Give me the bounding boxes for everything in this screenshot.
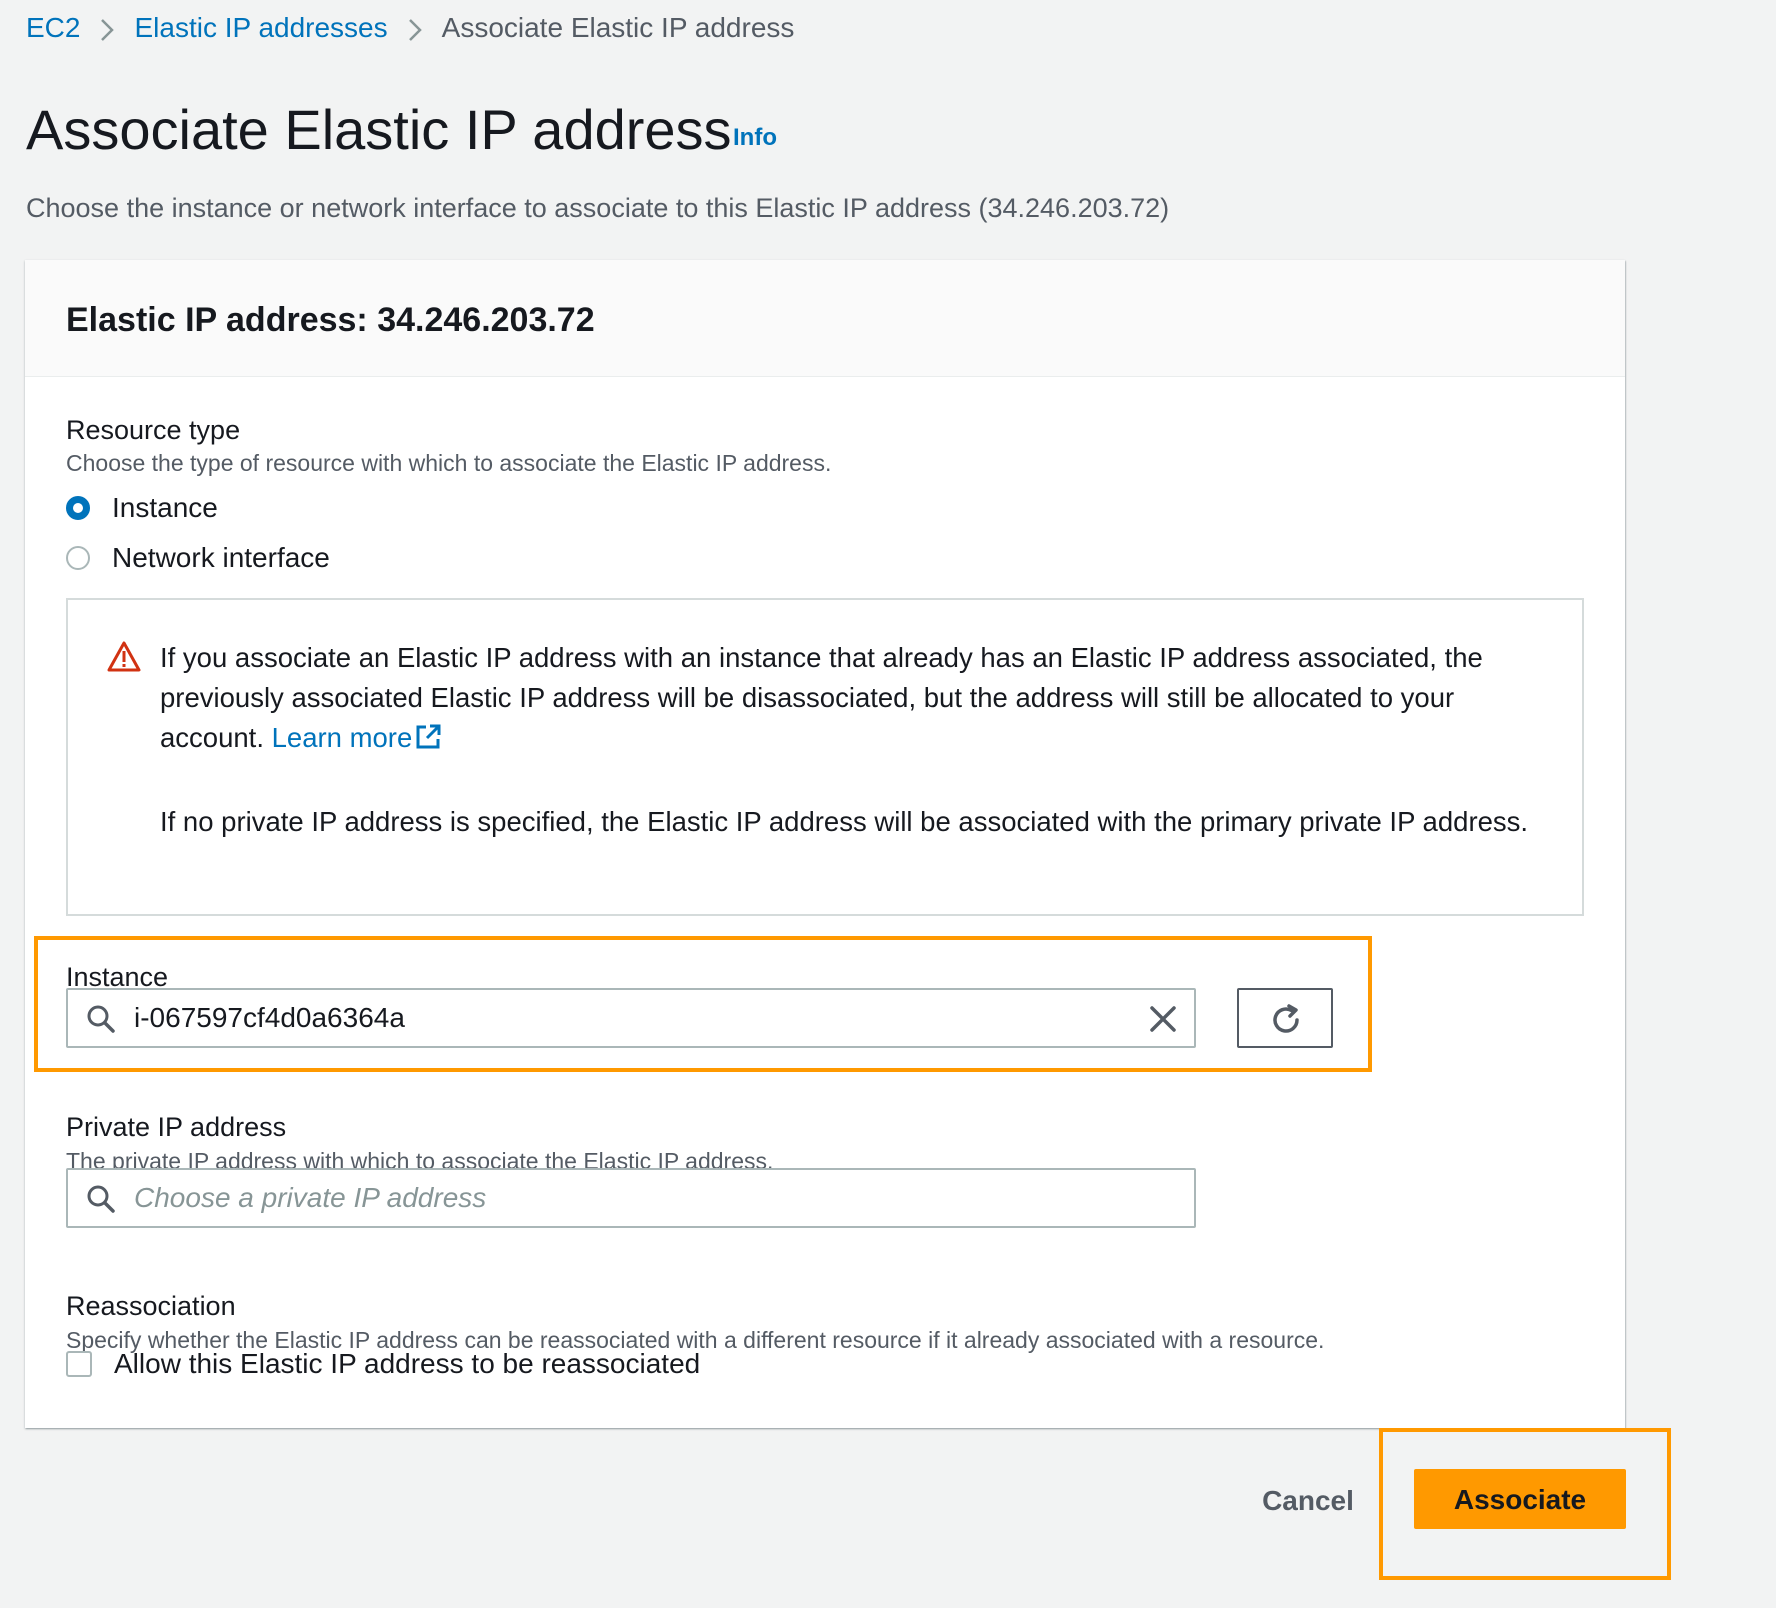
- elastic-ip-panel: Elastic IP address: 34.246.203.72 Resour…: [25, 260, 1625, 1428]
- warning-alert: If you associate an Elastic IP address w…: [66, 598, 1584, 916]
- breadcrumb-ec2[interactable]: EC2: [26, 10, 80, 46]
- info-link[interactable]: Info: [733, 124, 777, 152]
- learn-more-link[interactable]: Learn more: [272, 722, 413, 753]
- reassociation-checkbox[interactable]: [66, 1351, 92, 1377]
- panel-header: Elastic IP address: 34.246.203.72: [25, 260, 1625, 377]
- external-link-icon[interactable]: [414, 722, 442, 762]
- page-title: Associate Elastic IP address: [26, 98, 732, 161]
- page-description: Choose the instance or network interface…: [26, 193, 1170, 223]
- breadcrumb-current: Associate Elastic IP address: [441, 12, 795, 43]
- alert-second-paragraph: If no private IP address is specified, t…: [160, 806, 1529, 837]
- radio-instance-control[interactable]: [66, 496, 90, 520]
- resource-type-description: Choose the type of resource with which t…: [66, 450, 832, 476]
- chevron-right-icon: [80, 10, 134, 46]
- radio-network-interface[interactable]: Network interface: [66, 538, 330, 578]
- warning-icon: [106, 640, 142, 679]
- breadcrumb-elastic-ip-addresses[interactable]: Elastic IP addresses: [134, 10, 387, 46]
- panel-title: Elastic IP address: 34.246.203.72: [66, 301, 595, 339]
- instance-highlight: [34, 936, 1372, 1072]
- private-ip-label: Private IP address: [66, 1112, 287, 1142]
- associate-button[interactable]: Associate: [1414, 1469, 1626, 1529]
- reassociation-checkbox-row[interactable]: Allow this Elastic IP address to be reas…: [66, 1344, 700, 1384]
- radio-network-interface-control[interactable]: [66, 546, 90, 570]
- cancel-button[interactable]: Cancel: [1240, 1476, 1376, 1524]
- search-icon: [86, 1184, 116, 1219]
- chevron-right-icon: [388, 10, 442, 46]
- private-ip-field[interactable]: [66, 1168, 1196, 1228]
- alert-text: If you associate an Elastic IP address w…: [160, 638, 1560, 842]
- private-ip-input[interactable]: [134, 1176, 1034, 1220]
- resource-type-label: Resource type: [66, 415, 241, 445]
- radio-network-interface-label[interactable]: Network interface: [112, 540, 330, 576]
- reassociation-label: Reassociation: [66, 1291, 236, 1321]
- reassociation-checkbox-label[interactable]: Allow this Elastic IP address to be reas…: [114, 1346, 700, 1382]
- radio-instance-label[interactable]: Instance: [112, 490, 218, 526]
- breadcrumb: EC2 Elastic IP addresses Associate Elast…: [26, 10, 794, 46]
- radio-instance[interactable]: Instance: [66, 488, 218, 528]
